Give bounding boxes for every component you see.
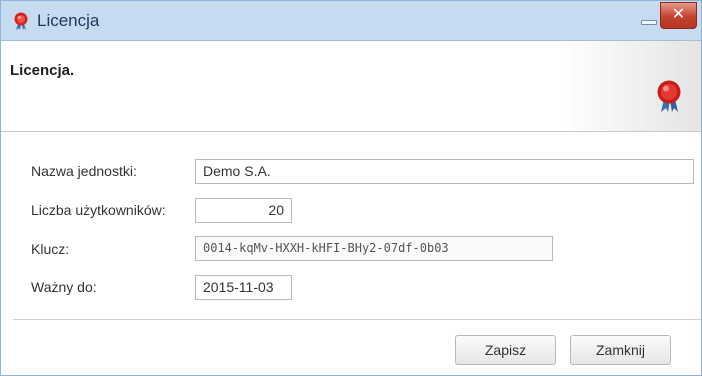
license-seal-icon: [657, 80, 681, 112]
minimize-button[interactable]: [637, 7, 661, 31]
unit-name-label: Nazwa jednostki:: [31, 163, 137, 179]
license-dialog: Licencja ✕ Licencja. Nazwa jednostki: De…: [0, 0, 702, 376]
dialog-header: Licencja.: [1, 41, 701, 132]
title-bar[interactable]: Licencja ✕: [1, 1, 701, 41]
user-count-label: Liczba użytkowników:: [31, 202, 166, 218]
valid-until-field[interactable]: 2015-11-03: [195, 275, 292, 300]
key-label: Klucz:: [31, 241, 70, 257]
close-window-button[interactable]: ✕: [660, 2, 697, 29]
valid-until-label: Ważny do:: [31, 279, 97, 295]
minimize-icon: [641, 20, 657, 25]
footer-divider: [13, 319, 701, 320]
user-count-field[interactable]: 20: [195, 198, 292, 223]
close-button[interactable]: Zamknij: [570, 335, 671, 365]
key-field[interactable]: 0014-kqMv-HXXH-kHFI-BHy2-07df-0b03: [195, 236, 553, 261]
window-title: Licencja: [37, 11, 100, 30]
close-icon: ✕: [671, 6, 686, 23]
save-button[interactable]: Zapisz: [455, 335, 556, 365]
unit-name-field[interactable]: Demo S.A.: [195, 159, 694, 184]
license-seal-icon: [14, 12, 28, 30]
header-title: Licencja.: [10, 62, 75, 79]
